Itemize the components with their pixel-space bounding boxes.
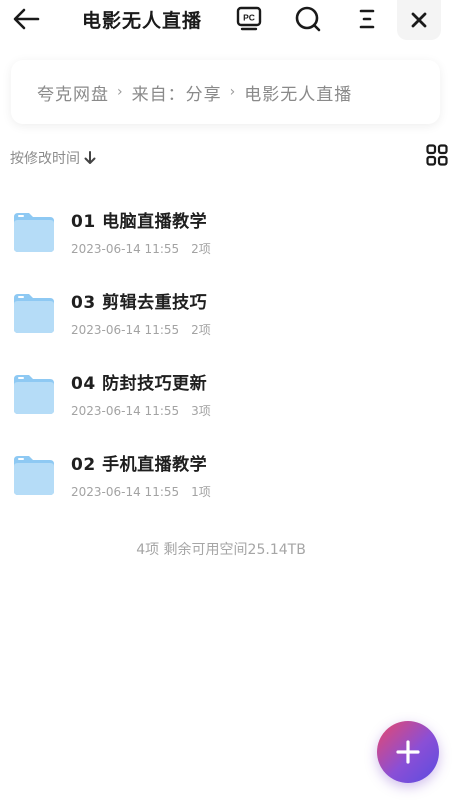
- folder-date: 2023-06-14 11:55: [71, 242, 180, 256]
- folder-count: 2项: [191, 323, 211, 337]
- breadcrumb-item-shared[interactable]: 来自：分享: [132, 80, 222, 105]
- folder-meta: 2023-06-14 11:55 1项: [71, 483, 211, 500]
- folder-date: 2023-06-14 11:55: [71, 404, 180, 418]
- folder-name: 03 剪辑去重技巧: [71, 293, 208, 313]
- file-list: 01 电脑直播教学 2023-06-14 11:55 2项 03 剪辑去重技巧 2…: [0, 195, 462, 519]
- folder-count: 2项: [191, 242, 211, 256]
- list-item[interactable]: 03 剪辑去重技巧 2023-06-14 11:55 2项: [0, 276, 462, 357]
- plus-icon: [396, 740, 420, 764]
- svg-text:PC: PC: [243, 13, 255, 23]
- folder-icon: [14, 456, 54, 495]
- folder-date: 2023-06-14 11:55: [71, 323, 180, 337]
- folder-name: 01 电脑直播教学: [71, 212, 208, 232]
- back-arrow-icon: [13, 8, 40, 30]
- search-icon: [295, 6, 321, 32]
- folder-name: 04 防封技巧更新: [71, 374, 208, 394]
- grid-view-button[interactable]: [424, 142, 450, 168]
- page-title: 电影无人直播: [82, 10, 203, 32]
- folder-icon: [14, 213, 54, 252]
- grid-view-icon: [426, 144, 448, 166]
- add-button[interactable]: [377, 721, 439, 783]
- folder-count: 1项: [191, 485, 211, 499]
- folder-meta: 2023-06-14 11:55 2项: [71, 321, 211, 338]
- breadcrumb: 夸克网盘 › 来自：分享 › 电影无人直播: [11, 60, 440, 124]
- close-icon: [411, 12, 427, 28]
- top-bar: 电影无人直播 PC: [0, 0, 462, 40]
- search-button[interactable]: [293, 4, 323, 34]
- folder-icon: [14, 375, 54, 414]
- sort-label[interactable]: 按修改时间: [10, 148, 80, 168]
- storage-summary: 4项 剩余可用空间25.14TB: [136, 542, 306, 558]
- folder-meta: 2023-06-14 11:55 2项: [71, 240, 211, 257]
- breadcrumb-separator: ›: [117, 84, 124, 100]
- sort-arrow-down-icon[interactable]: [84, 151, 96, 165]
- folder-count: 3项: [191, 404, 211, 418]
- pc-icon: PC: [236, 6, 262, 31]
- folder-meta: 2023-06-14 11:55 3项: [71, 402, 211, 419]
- list-item[interactable]: 01 电脑直播教学 2023-06-14 11:55 2项: [0, 195, 462, 276]
- breadcrumb-separator: ›: [229, 84, 237, 100]
- breadcrumb-item-root[interactable]: 夸克网盘: [37, 80, 109, 105]
- more-menu-button[interactable]: [352, 4, 382, 34]
- list-item[interactable]: 02 手机直播教学 2023-06-14 11:55 1项: [0, 438, 462, 519]
- folder-date: 2023-06-14 11:55: [71, 485, 180, 499]
- folder-name: 02 手机直播教学: [71, 455, 208, 475]
- close-button[interactable]: [397, 0, 441, 40]
- menu-icon: [359, 9, 375, 29]
- list-item[interactable]: 04 防封技巧更新 2023-06-14 11:55 3项: [0, 357, 462, 438]
- pc-button[interactable]: PC: [234, 4, 264, 34]
- breadcrumb-item-current: 电影无人直播: [244, 84, 353, 105]
- back-button[interactable]: [10, 4, 42, 34]
- sort-bar: 按修改时间: [10, 144, 450, 170]
- folder-icon: [14, 294, 54, 333]
